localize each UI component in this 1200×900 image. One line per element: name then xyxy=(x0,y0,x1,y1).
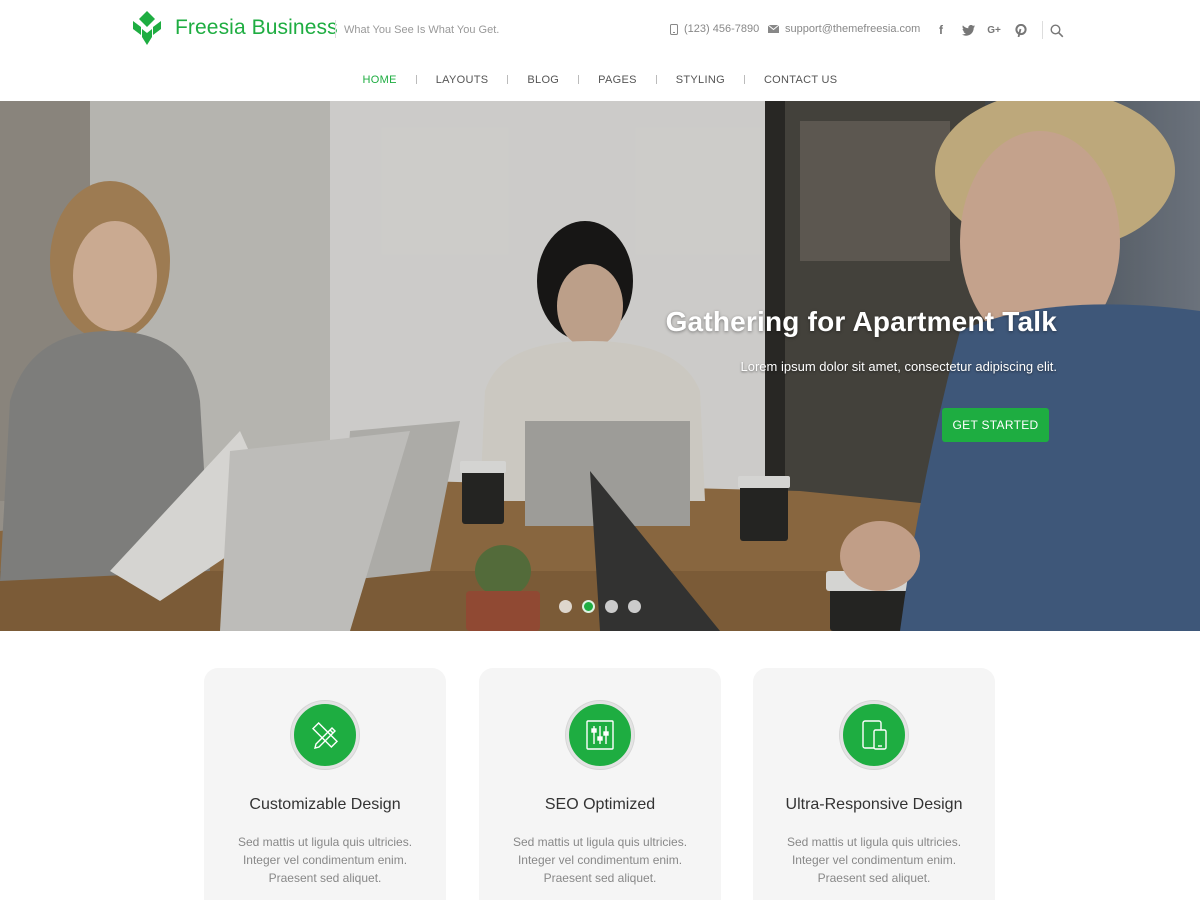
feature-text-line: Integer vel condimentum enim. xyxy=(242,853,408,867)
nav-item-contact-us[interactable]: CONTACT US xyxy=(745,74,857,86)
feature-text-line: Integer vel condimentum enim. xyxy=(517,853,683,867)
facebook-icon[interactable]: f xyxy=(933,22,949,38)
feature-text-line: Sed mattis ut ligula quis ultricies. xyxy=(512,835,688,849)
nav-item-home[interactable]: HOME xyxy=(344,74,416,86)
feature-title: SEO Optimized xyxy=(544,796,656,813)
feature-description: Sed mattis ut ligula quis ultricies. Int… xyxy=(753,833,995,887)
search-divider xyxy=(1042,21,1043,39)
twitter-icon[interactable] xyxy=(960,22,976,38)
feature-icon-circle xyxy=(566,701,634,769)
feature-description: Sed mattis ut ligula quis ultricies. Int… xyxy=(479,833,721,887)
nav-item-blog[interactable]: BLOG xyxy=(508,74,578,86)
site-tagline: What You See Is What You Get. xyxy=(344,24,500,36)
slider-dot-3[interactable] xyxy=(605,600,618,613)
google-plus-icon[interactable]: G+ xyxy=(986,22,1002,38)
pencil-ruler-icon xyxy=(311,721,339,749)
pinterest-icon[interactable] xyxy=(1013,22,1029,38)
contact-email[interactable]: support@themefreesia.com xyxy=(768,23,920,35)
feature-card: Customizable Design Sed mattis ut ligula… xyxy=(204,668,446,900)
feature-icon-circle xyxy=(291,701,359,769)
feature-text-line: Sed mattis ut ligula quis ultricies. xyxy=(786,835,962,849)
feature-text-line: Integer vel condimentum enim. xyxy=(791,853,957,867)
slider-pagination xyxy=(559,600,641,613)
nav-item-layouts[interactable]: LAYOUTS xyxy=(417,74,508,86)
feature-description: Sed mattis ut ligula quis ultricies. Int… xyxy=(204,833,446,887)
sliders-icon xyxy=(586,720,614,750)
site-title[interactable]: Freesia Business xyxy=(175,16,338,40)
site-header: Freesia Business What You See Is What Yo… xyxy=(0,0,1200,58)
feature-title: Ultra-Responsive Design xyxy=(785,796,963,813)
feature-card: SEO Optimized Sed mattis ut ligula quis … xyxy=(479,668,721,900)
feature-card: Ultra-Responsive Design Sed mattis ut li… xyxy=(753,668,995,900)
feature-text-line: Praesent sed aliquet. xyxy=(268,871,382,885)
phone-number: (123) 456-7890 xyxy=(684,23,760,35)
slider-dot-4[interactable] xyxy=(628,600,641,613)
phone-icon xyxy=(670,23,678,35)
hero-subtitle: Lorem ipsum dolor sit amet, consectetur … xyxy=(740,359,1057,374)
search-icon[interactable] xyxy=(1050,24,1064,38)
feature-text-line: Praesent sed aliquet. xyxy=(543,871,657,885)
main-navigation: HOME LAYOUTS BLOG PAGES STYLING CONTACT … xyxy=(0,58,1200,101)
hero-slider: Gathering for Apartment Talk Lorem ipsum… xyxy=(0,101,1200,631)
get-started-button[interactable]: GET STARTED xyxy=(942,408,1049,442)
slider-dot-1[interactable] xyxy=(559,600,572,613)
freesia-logo-icon[interactable] xyxy=(131,9,163,47)
envelope-icon xyxy=(768,25,779,33)
nav-item-pages[interactable]: PAGES xyxy=(579,74,656,86)
feature-text-line: Praesent sed aliquet. xyxy=(817,871,931,885)
devices-icon xyxy=(862,720,887,750)
contact-phone[interactable]: (123) 456-7890 xyxy=(670,23,759,35)
feature-title: Customizable Design xyxy=(249,796,401,813)
feature-icon-circle xyxy=(840,701,908,769)
hero-title: Gathering for Apartment Talk xyxy=(665,306,1057,337)
email-address: support@themefreesia.com xyxy=(785,23,921,35)
nav-menu: HOME LAYOUTS BLOG PAGES STYLING CONTACT … xyxy=(0,58,1200,101)
nav-item-styling[interactable]: STYLING xyxy=(657,74,744,86)
tagline-divider xyxy=(335,20,336,38)
slider-dot-2[interactable] xyxy=(582,600,595,613)
feature-text-line: Sed mattis ut ligula quis ultricies. xyxy=(237,835,413,849)
